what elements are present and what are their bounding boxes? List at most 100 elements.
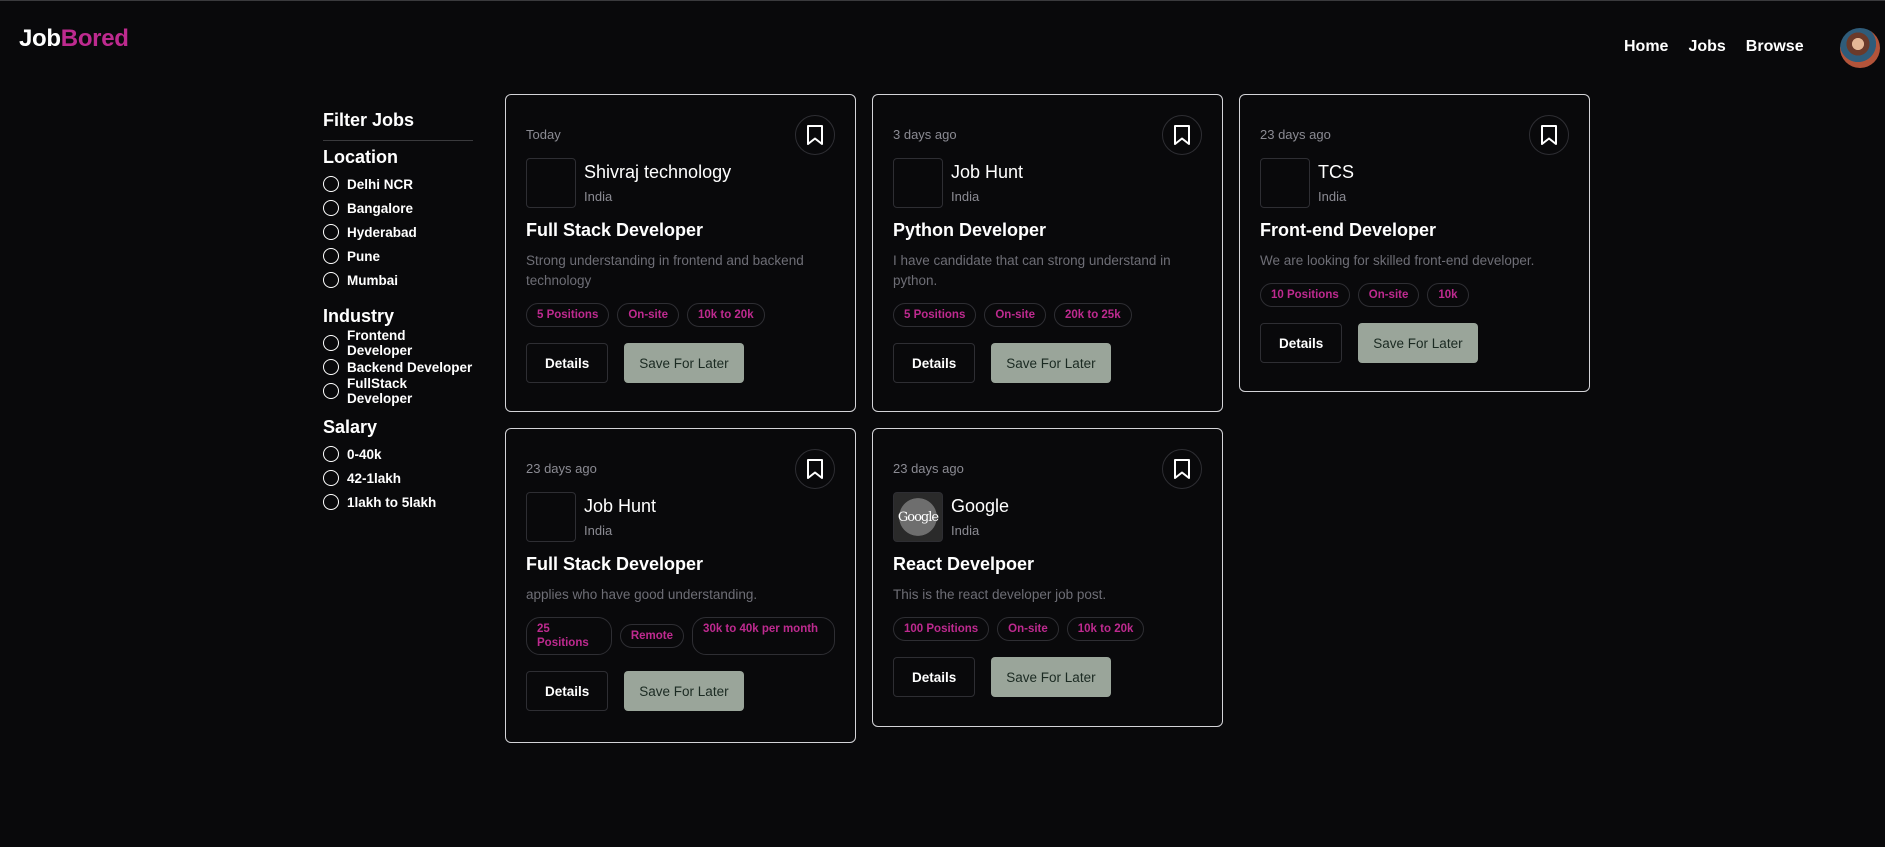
posted-date: 3 days ago [893,127,957,142]
job-description: applies who have good understanding. [526,587,758,602]
filter-option-hyderabad[interactable]: Hyderabad [323,220,473,244]
option-label: 1lakh to 5lakh [347,494,437,510]
bookmark-button[interactable] [1162,449,1202,489]
job-card: Today Shivraj technology India Full Stac… [505,94,856,412]
details-button[interactable]: Details [526,343,609,383]
card-actions: Details Save For Later [526,671,835,711]
top-nav: Home Jobs Browse [1624,38,1804,56]
filter-option-frontend[interactable]: Frontend Developer [323,328,473,358]
filter-group-location: Location Delhi NCR Bangalore Hyderabad P… [323,147,473,292]
job-badges: 100 Positions On-site 10k to 20k [893,617,1202,641]
radio-button[interactable] [323,359,339,375]
company-name: Job Hunt [951,162,1024,182]
filter-option-mumbai[interactable]: Mumbai [323,268,473,292]
bookmark-button[interactable] [795,449,835,489]
posted-date: 23 days ago [1260,127,1331,142]
radio-button[interactable] [323,272,339,288]
posted-date: 23 days ago [893,461,964,476]
positions-badge: 5 Positions [893,303,977,327]
bookmark-icon [1174,125,1190,145]
company-name: Job Hunt [584,496,657,516]
positions-badge: 100 Positions [893,617,990,641]
option-label: 0-40k [347,446,382,462]
save-for-later-button[interactable]: Save For Later [991,343,1111,383]
company-logo [893,158,943,208]
job-card: 23 days ago Job Hunt India Full Stack De… [505,428,856,743]
job-description: I have candidate that can strong underst… [893,253,1171,288]
job-type-badge: On-site [1357,283,1420,307]
save-for-later-button[interactable]: Save For Later [991,657,1111,697]
bookmark-button[interactable] [1162,115,1202,155]
save-for-later-button[interactable]: Save For Later [624,343,744,383]
radio-button[interactable] [323,224,339,240]
company-location: India [1318,189,1347,204]
radio-button[interactable] [323,446,339,462]
details-button[interactable]: Details [893,657,976,697]
option-label: Backend Developer [347,359,473,375]
google-logo-text: Google [897,509,939,525]
card-actions: Details Save For Later [1260,323,1569,363]
bookmark-icon [1174,459,1190,479]
job-badges: 25 Positions Remote 30k to 40k per month [526,617,835,655]
nav-home[interactable]: Home [1624,38,1668,56]
job-card: 23 days ago Google Google India React De… [872,428,1223,727]
option-label: FullStack Developer [347,376,413,406]
company-location: India [951,523,980,538]
radio-button[interactable] [323,383,339,399]
filter-option-salary-1-5lakh[interactable]: 1lakh to 5lakh [323,490,473,514]
bookmark-icon [1541,125,1557,145]
radio-button[interactable] [323,470,339,486]
filter-option-pune[interactable]: Pune [323,244,473,268]
bookmark-button[interactable] [1529,115,1569,155]
nav-jobs[interactable]: Jobs [1688,38,1725,56]
job-card: 23 days ago TCS India Front-end Develope… [1239,94,1590,392]
filter-sidebar: Filter Jobs Location Delhi NCR Bangalore… [323,110,473,514]
avatar[interactable] [1840,28,1880,68]
filter-group-title: Salary [323,417,378,437]
company-location: India [951,189,980,204]
option-label: 42-1lakh [347,470,402,486]
radio-button[interactable] [323,494,339,510]
details-button[interactable]: Details [893,343,976,383]
card-actions: Details Save For Later [893,343,1202,383]
job-type-badge: Remote [619,624,685,648]
salary-badge: 10k to 20k [686,303,765,327]
filter-option-delhi-ncr[interactable]: Delhi NCR [323,172,473,196]
company-name: TCS [1318,162,1354,182]
job-badges: 5 Positions On-site 10k to 20k [526,303,835,327]
company-name: Google [951,496,1010,516]
radio-button[interactable] [323,200,339,216]
save-for-later-button[interactable]: Save For Later [1358,323,1478,363]
save-for-later-button[interactable]: Save For Later [624,671,744,711]
salary-badge: 30k to 40k per month [692,617,835,655]
radio-button[interactable] [323,176,339,192]
filter-option-bangalore[interactable]: Bangalore [323,196,473,220]
filter-option-salary-0-40k[interactable]: 0-40k [323,442,473,466]
option-label: Frontend Developer [347,328,413,358]
company-info: TCS India [1260,158,1569,208]
brand-logo[interactable]: JobBored [19,25,129,53]
job-type-badge: On-site [984,303,1046,327]
option-label: Hyderabad [347,224,417,240]
nav-browse[interactable]: Browse [1746,38,1804,56]
salary-badge: 10k [1427,283,1469,307]
company-name: Shivraj technology [584,162,732,182]
company-location: India [584,523,613,538]
radio-button[interactable] [323,335,339,351]
job-card: 3 days ago Job Hunt India Python Develop… [872,94,1223,412]
filter-group-salary: Salary 0-40k 42-1lakh 1lakh to 5lakh [323,417,473,514]
filter-option-salary-42-1lakh[interactable]: 42-1lakh [323,466,473,490]
job-badges: 5 Positions On-site 20k to 25k [893,303,1202,327]
salary-badge: 20k to 25k [1053,303,1132,327]
positions-badge: 10 Positions [1260,283,1350,307]
details-button[interactable]: Details [526,671,609,711]
job-type-badge: On-site [997,617,1059,641]
brand-part-1: Job [19,25,61,52]
bookmark-button[interactable] [795,115,835,155]
job-title: Full Stack Developer [526,220,704,240]
radio-button[interactable] [323,248,339,264]
company-info: Google Google India [893,492,1202,542]
details-button[interactable]: Details [1260,323,1343,363]
filter-option-fullstack[interactable]: FullStack Developer [323,376,473,406]
option-label: Mumbai [347,272,399,288]
